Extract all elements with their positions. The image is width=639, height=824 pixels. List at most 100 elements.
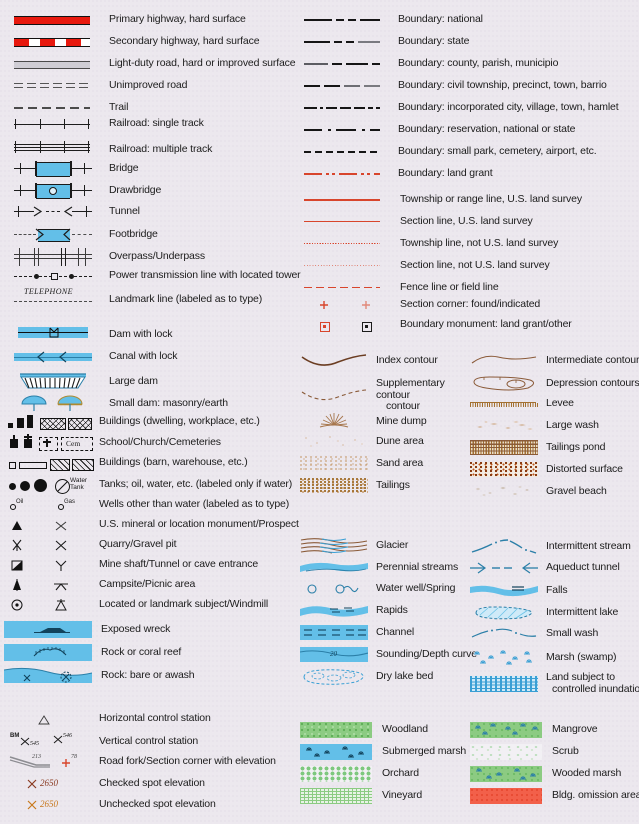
legend-row: Section line, not U.S. land survey [304, 256, 550, 276]
road-fork-elevation-label: 213 [32, 754, 41, 760]
legend-label: Glacier [376, 539, 409, 552]
legend-label: Orchard [382, 767, 419, 780]
legend-row: Gravel beach [470, 484, 607, 499]
legend-label: Tunnel [109, 205, 140, 218]
unchecked-elevation-value: 2650 [40, 799, 58, 809]
large-dam-symbol [14, 372, 92, 392]
legend-label: Perennial streams [376, 561, 459, 574]
supplementary-contour-label-line2: contour [386, 400, 420, 412]
triangle-icon [38, 715, 50, 725]
wooded-marsh-icon [476, 768, 536, 780]
legend-row: Mangrove [470, 722, 598, 738]
distorted-surface-symbol [470, 462, 538, 477]
wells-symbol: Oil Gas [6, 498, 92, 512]
legend-row: Perennial streams [300, 560, 458, 576]
legend-label: Railroad: single track [109, 117, 204, 130]
legend-row: Boundary: civil township, precinct, town… [304, 79, 607, 92]
legend-label: Landmark line (labeled as to type) [109, 293, 263, 305]
section-corner-symbol [304, 298, 382, 312]
legend-label: Railroad: multiple track [109, 143, 213, 156]
legend-label: Vertical control station [99, 735, 199, 748]
legend-label: Boundary monument: land grant/other [400, 318, 572, 331]
legend-row: Water Tank Tanks; oil, water, etc. (label… [6, 476, 292, 494]
legend-label: Fence line or field line [400, 281, 499, 294]
water-well-spring-symbol [300, 582, 368, 596]
campsite-icon [13, 579, 68, 591]
land-inundation-label-line2: controlled inundation [552, 682, 639, 695]
legend-row: Supplementary contour contour [300, 377, 472, 413]
small-wash-icon [471, 628, 537, 638]
township-range-line-symbol [304, 190, 382, 210]
land-controlled-inundation-symbol [470, 674, 538, 694]
rock-awash-icon [4, 667, 92, 683]
section-line-not-survey-symbol [304, 256, 382, 276]
township-line-not-survey-symbol [304, 234, 382, 254]
index-contour-symbol [300, 352, 368, 370]
legend-row: Aqueduct tunnel [470, 560, 620, 576]
oil-well-label: Oil [16, 499, 24, 505]
bm-elevation-label: 545 [30, 741, 39, 747]
legend-row: TELEPHONE Landmark line (labeled as to t… [14, 286, 262, 306]
legend-row: Glacier [300, 536, 408, 556]
legend-row: Intermittent stream [470, 538, 631, 556]
legend-label: U.S. mineral or location monument/Prospe… [99, 518, 299, 531]
small-dam-symbol [14, 394, 92, 414]
mine-dump-icon [319, 413, 349, 428]
perennial-streams-symbol [300, 560, 368, 576]
legend-label: Marsh (swamp) [546, 651, 617, 664]
channel-dashes-icon [304, 629, 366, 636]
legend-label: Small wash [546, 627, 599, 640]
legend-row: Power transmission line with located tow… [14, 270, 301, 282]
legend-label: Dune area [376, 434, 424, 447]
legend-row: Wooded marsh [470, 766, 621, 782]
wreck-icon [34, 628, 70, 633]
drawbridge-symbol [14, 182, 92, 200]
legend-label: Road fork/Section corner with elevation [99, 755, 276, 768]
landmark-line-symbol: TELEPHONE [14, 287, 92, 305]
overpass-underpass-symbol [14, 246, 92, 268]
legend-label: Tailings pond [546, 440, 606, 453]
unimproved-road-symbol [14, 76, 92, 96]
footbridge-arrow-icon [35, 228, 71, 241]
legend-label: School/Church/Cemeteries [99, 436, 221, 449]
legend-row: Oil Gas Wells other than water (labeled … [6, 498, 289, 512]
legend-label: Large dam [109, 375, 158, 388]
vertical-control-station-symbol: BM 545 546 [6, 733, 92, 751]
legend-row: Unimproved road [14, 76, 187, 96]
legend-row: Dry lake bed [300, 668, 433, 686]
legend-label: Index contour [376, 354, 438, 367]
dry-lake-bed-icon [303, 669, 364, 685]
legend-row: Rock or coral reef [4, 643, 181, 662]
legend-row: Land subject to controlled inundation [470, 671, 639, 695]
canal-lock-arrow-icon [37, 351, 67, 363]
railroad-multiple-symbol [14, 140, 92, 160]
legend-label: Land subject to controlled inundation [546, 671, 639, 695]
small-wash-symbol [470, 626, 538, 642]
legend-row: Primary highway, hard surface [14, 10, 246, 30]
legend-label: Rapids [376, 604, 408, 617]
legend-label: Wells other than water (labeled as to ty… [99, 498, 290, 511]
mine-shaft-symbol [6, 558, 92, 572]
legend-label: Section line, not U.S. land survey [400, 259, 550, 272]
index-contour-icon [301, 354, 367, 366]
legend-row: Boundary: incorporated city, village, to… [304, 101, 619, 114]
aqueduct-tunnel-icon [470, 562, 538, 574]
checked-spot-elevation-symbol: 2650 [6, 777, 92, 791]
legend-row: Dune area [300, 434, 424, 449]
legend-row: Marsh (swamp) [470, 648, 617, 668]
legend-label: Boundary: reservation, national or state [398, 123, 576, 135]
legend-label: Boundary: state [398, 35, 470, 47]
legend-label: Large wash [546, 418, 599, 431]
legend-row: Trail [14, 98, 128, 118]
channel-symbol [300, 624, 368, 641]
glacier-icon [300, 538, 368, 554]
falls-icon [470, 585, 538, 597]
levee-symbol [470, 399, 538, 408]
fence-field-line-symbol [304, 278, 382, 298]
legend-label: Township line, not U.S. land survey [400, 237, 559, 250]
legend-row: BM 545 546 Vertical control station [6, 733, 198, 751]
legend-row: Tailings pond [470, 440, 605, 455]
legend-label: Primary highway, hard surface [109, 13, 246, 26]
road-fork-icon [9, 756, 70, 768]
legend-row: Bridge [14, 160, 139, 178]
